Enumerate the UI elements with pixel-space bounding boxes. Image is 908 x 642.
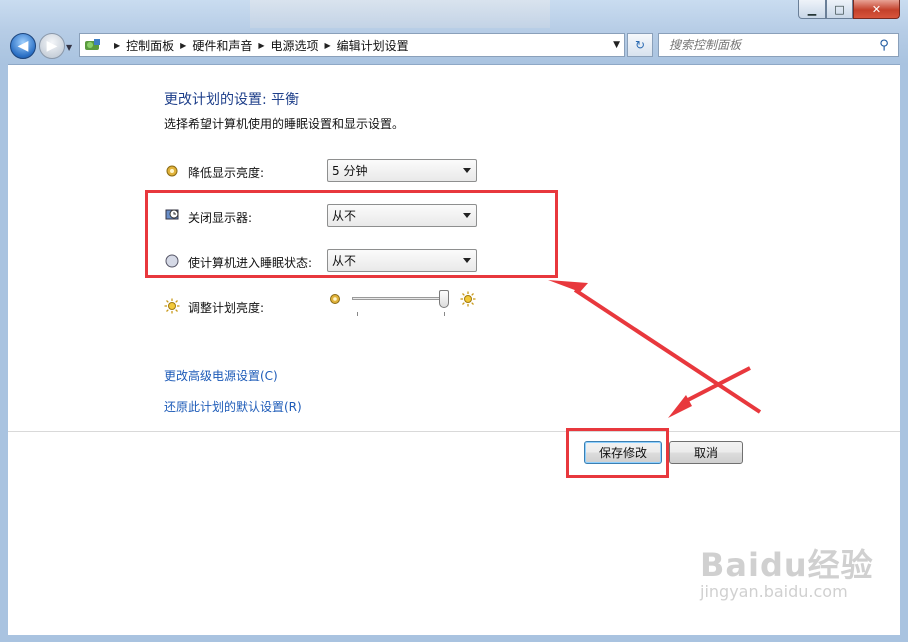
brightness-slider-track[interactable] bbox=[352, 297, 448, 300]
forward-button[interactable]: ▶ bbox=[39, 33, 65, 59]
window-frame: ▁ □ ✕ ◀ ▶ ▼ ▶ 控制面板 ▶ 硬件和声音 ▶ 电源选项 ▶ 编辑计划… bbox=[0, 0, 908, 642]
breadcrumb-edit-plan[interactable]: 编辑计划设置 bbox=[337, 37, 409, 54]
forward-arrow-icon: ▶ bbox=[46, 38, 58, 54]
search-box[interactable]: ⚲ bbox=[658, 33, 899, 57]
divider bbox=[8, 431, 900, 432]
search-input[interactable] bbox=[667, 37, 876, 53]
minimize-button[interactable]: ▁ bbox=[798, 0, 826, 19]
breadcrumb-power-options[interactable]: 电源选项 bbox=[271, 37, 319, 54]
refresh-button[interactable]: ↻ bbox=[627, 33, 653, 57]
page-description: 选择希望计算机使用的睡眠设置和显示设置。 bbox=[164, 117, 405, 131]
address-bar[interactable]: ▶ 控制面板 ▶ 硬件和声音 ▶ 电源选项 ▶ 编辑计划设置 ▼ bbox=[79, 33, 625, 57]
brightness-label: 调整计划亮度: bbox=[188, 301, 265, 315]
address-dropdown-icon[interactable]: ▼ bbox=[613, 40, 620, 50]
page-title: 更改计划的设置: 平衡 bbox=[164, 92, 300, 108]
close-button[interactable]: ✕ bbox=[853, 0, 900, 19]
sun-icon bbox=[164, 298, 180, 314]
back-button[interactable]: ◀ bbox=[10, 33, 36, 59]
dim-display-value: 5 分钟 bbox=[332, 164, 368, 178]
chevron-right-icon[interactable]: ▶ bbox=[258, 41, 264, 50]
dim-brightness-icon bbox=[165, 164, 179, 178]
baidu-url: jingyan.baidu.com bbox=[700, 582, 848, 601]
refresh-icon: ↻ bbox=[634, 38, 646, 52]
chevron-right-icon: ▶ bbox=[114, 40, 121, 50]
control-panel-icon bbox=[84, 37, 102, 53]
bright-sun-icon bbox=[460, 291, 476, 307]
slider-tick bbox=[444, 312, 445, 316]
baidu-logo: Baidu经验 bbox=[700, 546, 874, 584]
dim-display-label: 降低显示亮度: bbox=[188, 166, 265, 180]
slider-tick bbox=[357, 312, 358, 316]
search-icon[interactable]: ⚲ bbox=[876, 38, 892, 53]
back-arrow-icon: ◀ bbox=[17, 38, 29, 54]
cancel-button-label: 取消 bbox=[693, 446, 718, 460]
advanced-power-settings-link[interactable]: 更改高级电源设置(C) bbox=[164, 367, 278, 384]
highlight-box-save bbox=[566, 428, 669, 478]
chevron-right-icon[interactable]: ▶ bbox=[180, 41, 186, 50]
cancel-button[interactable]: 取消 bbox=[669, 441, 743, 464]
recent-pages-dropdown[interactable]: ▼ bbox=[66, 43, 72, 52]
chevron-right-icon[interactable]: ▶ bbox=[325, 41, 331, 50]
breadcrumb-hardware-sound[interactable]: 硬件和声音 bbox=[192, 37, 252, 54]
minimize-icon: ▁ bbox=[807, 2, 817, 16]
highlight-box-display-sleep bbox=[145, 190, 558, 278]
dim-brightness-icon bbox=[329, 293, 343, 307]
breadcrumb-control-panel[interactable]: 控制面板 bbox=[126, 37, 174, 54]
maximize-button[interactable]: □ bbox=[826, 0, 853, 19]
close-icon: ✕ bbox=[871, 2, 882, 16]
chevron-down-icon bbox=[463, 168, 471, 173]
titlebar-background bbox=[250, 0, 550, 28]
brightness-slider-thumb[interactable] bbox=[439, 290, 449, 308]
dim-display-select[interactable]: 5 分钟 bbox=[327, 159, 477, 182]
restore-defaults-link[interactable]: 还原此计划的默认设置(R) bbox=[164, 398, 302, 415]
maximize-icon: □ bbox=[834, 2, 845, 16]
baidu-watermark: Baidu经验 jingyan.baidu.com bbox=[700, 540, 874, 601]
